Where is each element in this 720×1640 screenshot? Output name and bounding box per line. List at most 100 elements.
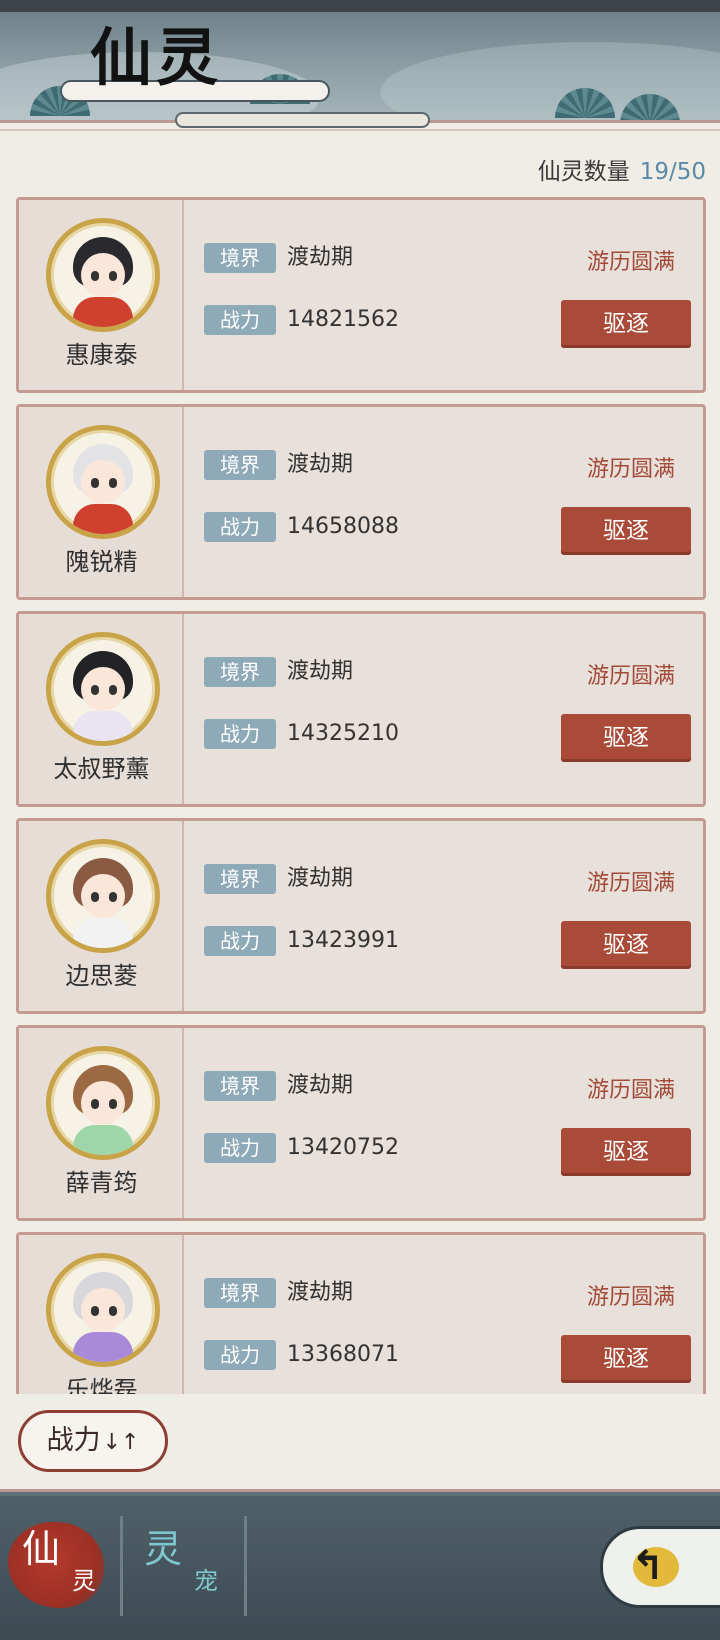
spirit-avatar[interactable]: [46, 632, 160, 746]
power-value: 14658088: [287, 514, 399, 539]
spirit-list[interactable]: 惠康泰 境界 渡劫期 战力 14821562 游历圆满 驱逐 隗锐精 境界 渡劫…: [16, 197, 706, 1394]
travel-status: 游历圆满: [586, 871, 675, 896]
spirit-avatar[interactable]: [46, 1046, 160, 1160]
avatar-outfit: [73, 1332, 133, 1362]
avatar-outfit: [73, 297, 133, 327]
spirit-portrait-area: 太叔野薰: [19, 614, 184, 804]
spirit-card: 隗锐精 境界 渡劫期 战力 14658088 游历圆满 驱逐: [16, 404, 706, 600]
tab-divider: [244, 1516, 247, 1616]
avatar-eye: [91, 1306, 99, 1316]
expel-button[interactable]: 驱逐: [561, 300, 691, 348]
spirit-count-label: 仙灵数量: [537, 159, 630, 185]
spirit-name: 隗锐精: [65, 548, 138, 576]
spirit-name: 太叔野薰: [53, 755, 150, 783]
spirit-avatar[interactable]: [46, 839, 160, 953]
avatar-outfit: [73, 1125, 133, 1155]
realm-value: 渡劫期: [287, 659, 354, 684]
power-value: 13420752: [287, 1135, 399, 1160]
travel-status: 游历圆满: [586, 1078, 675, 1103]
spirit-portrait-area: 薛青筠: [19, 1028, 184, 1218]
sort-arrows-icon: ↓↑: [102, 1430, 140, 1455]
expel-button[interactable]: 驱逐: [561, 714, 691, 762]
tab-immortal-spirits[interactable]: 仙 灵: [8, 1520, 118, 1620]
avatar-outfit: [73, 504, 133, 534]
top-status-strip: [0, 0, 720, 12]
travel-status: 游历圆满: [586, 250, 675, 275]
bottom-tab-bar: 仙 灵 灵 宠 ↰: [0, 1496, 720, 1640]
avatar-eye: [109, 685, 117, 695]
spirit-portrait-area: 边思菱: [19, 821, 184, 1011]
spirit-card: 薛青筠 境界 渡劫期 战力 13420752 游历圆满 驱逐: [16, 1025, 706, 1221]
tab-main-label: 灵: [144, 1527, 183, 1571]
power-tag: 战力: [204, 305, 276, 335]
avatar-eye: [109, 892, 117, 902]
avatar-outfit: [73, 711, 133, 741]
spirit-avatar[interactable]: [46, 218, 160, 332]
avatar-eye: [109, 271, 117, 281]
travel-status: 游历圆满: [586, 664, 675, 689]
power-tag: 战力: [204, 926, 276, 956]
sort-by-power-button[interactable]: 战力↓↑: [18, 1410, 168, 1472]
power-tag: 战力: [204, 1340, 276, 1370]
tab-divider: [120, 1516, 123, 1616]
power-tag: 战力: [204, 1133, 276, 1163]
tab-sub-label: 灵: [72, 1567, 96, 1595]
spirit-portrait-area: 隗锐精: [19, 407, 184, 597]
spirit-portrait-area: 惠康泰: [19, 200, 184, 390]
realm-value: 渡劫期: [287, 866, 354, 891]
spirit-card: 边思菱 境界 渡劫期 战力 13423991 游历圆满 驱逐: [16, 818, 706, 1014]
avatar-eye: [91, 685, 99, 695]
expel-button[interactable]: 驱逐: [561, 921, 691, 969]
spirit-avatar[interactable]: [46, 425, 160, 539]
power-value: 14821562: [287, 307, 399, 332]
realm-value: 渡劫期: [287, 245, 354, 270]
power-tag: 战力: [204, 512, 276, 542]
realm-value: 渡劫期: [287, 452, 354, 477]
expel-button[interactable]: 驱逐: [561, 1128, 691, 1176]
tab-spirit-pets[interactable]: 灵 宠: [130, 1520, 240, 1620]
realm-tag: 境界: [204, 657, 276, 687]
spirit-portrait-area: 乐烨磊: [19, 1235, 184, 1394]
power-value: 13368071: [287, 1342, 399, 1367]
realm-tag: 境界: [204, 450, 276, 480]
spirit-name: 乐烨磊: [65, 1376, 138, 1394]
realm-value: 渡劫期: [287, 1073, 354, 1098]
avatar-eye: [91, 892, 99, 902]
travel-status: 游历圆满: [586, 1285, 675, 1310]
avatar-face: [81, 1288, 125, 1332]
tab-main-label: 仙: [22, 1527, 61, 1571]
power-value: 13423991: [287, 928, 399, 953]
spirit-name: 惠康泰: [65, 341, 138, 369]
back-button[interactable]: ↰: [600, 1526, 720, 1608]
travel-status: 游历圆满: [586, 457, 675, 482]
sort-label: 战力: [46, 1425, 101, 1456]
return-arrow-icon: ↰: [631, 1543, 665, 1589]
avatar-face: [81, 667, 125, 711]
spirit-name: 薛青筠: [65, 1169, 138, 1197]
avatar-eye: [109, 1306, 117, 1316]
tab-sub-label: 宠: [194, 1567, 218, 1595]
title-scroll-decoration: [175, 112, 430, 128]
page-title: 仙灵: [90, 21, 223, 94]
realm-tag: 境界: [204, 1071, 276, 1101]
avatar-face: [81, 1081, 125, 1125]
expel-button[interactable]: 驱逐: [561, 1335, 691, 1383]
spirit-card: 乐烨磊 境界 渡劫期 战力 13368071 游历圆满 驱逐: [16, 1232, 706, 1394]
power-tag: 战力: [204, 719, 276, 749]
power-value: 14325210: [287, 721, 399, 746]
spirit-card: 惠康泰 境界 渡劫期 战力 14821562 游历圆满 驱逐: [16, 197, 706, 393]
expel-button[interactable]: 驱逐: [561, 507, 691, 555]
avatar-face: [81, 874, 125, 918]
spirit-count-value: 19/50: [639, 159, 706, 185]
avatar-outfit: [73, 918, 133, 948]
avatar-face: [81, 460, 125, 504]
realm-tag: 境界: [204, 864, 276, 894]
spirit-avatar[interactable]: [46, 1253, 160, 1367]
spirit-count: 仙灵数量 19/50: [538, 152, 706, 192]
spirit-name: 边思菱: [65, 962, 138, 990]
avatar-eye: [109, 1099, 117, 1109]
avatar-eye: [91, 271, 99, 281]
realm-tag: 境界: [204, 1278, 276, 1308]
spirit-card: 太叔野薰 境界 渡劫期 战力 14325210 游历圆满 驱逐: [16, 611, 706, 807]
avatar-eye: [91, 1099, 99, 1109]
